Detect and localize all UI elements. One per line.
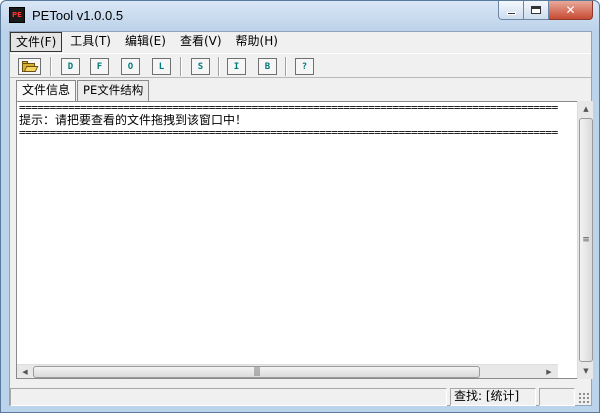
scroll-right-icon[interactable]: ▶	[541, 365, 557, 378]
close-button[interactable]: ✕	[549, 1, 593, 20]
toolbar-button-help[interactable]: ?	[295, 58, 314, 75]
separator-line: ========================================…	[19, 102, 558, 114]
info-text-area[interactable]: ========================================…	[17, 102, 558, 364]
separator-line: ========================================…	[19, 127, 558, 139]
menu-view[interactable]: 查看(V)	[174, 32, 228, 52]
tab-pe-structure[interactable]: PE文件结构	[77, 80, 150, 101]
grip-icon: |||	[253, 367, 260, 377]
title-bar[interactable]: PE PETool v1.0.0.5 ✕	[1, 1, 599, 31]
toolbar-separator	[50, 57, 52, 76]
tab-file-info[interactable]: 文件信息	[16, 80, 77, 102]
menu-tools[interactable]: 工具(T)	[64, 32, 117, 52]
tab-strip: 文件信息 PE文件结构	[16, 80, 150, 102]
status-pane-extra	[539, 388, 575, 406]
close-icon: ✕	[565, 3, 576, 17]
toolbar-button-b[interactable]: B	[258, 58, 277, 75]
pe-app-icon: PE	[9, 7, 25, 23]
toolbar-separator	[285, 57, 287, 76]
toolbar-button-o[interactable]: O	[121, 58, 140, 75]
status-find-label: 查找: [统计]	[454, 389, 520, 403]
folder-open-icon	[22, 61, 39, 72]
status-pane-main	[10, 388, 447, 406]
scroll-down-icon[interactable]: ▼	[578, 363, 594, 379]
toolbar-button-s[interactable]: S	[191, 58, 210, 75]
grip-icon: ≡	[582, 235, 590, 245]
menu-help[interactable]: 帮助(H)	[230, 32, 284, 52]
menu-file[interactable]: 文件(F)	[10, 32, 63, 52]
resize-grip-icon[interactable]	[578, 392, 589, 403]
caption-buttons: ✕	[498, 1, 593, 21]
toolbar-button-i[interactable]: I	[227, 58, 246, 75]
toolbar-separator	[218, 57, 220, 76]
toolbar-button-l[interactable]: L	[152, 58, 171, 75]
client-area: 文件(F) 工具(T) 编辑(E) 查看(V) 帮助(H) D F O L S …	[9, 31, 593, 406]
horizontal-scroll-thumb[interactable]: |||	[33, 366, 480, 378]
maximize-button[interactable]	[524, 1, 549, 20]
minimize-button[interactable]	[498, 1, 524, 20]
scroll-up-icon[interactable]: ▲	[578, 101, 594, 117]
toolbar-separator	[180, 57, 182, 76]
scroll-left-icon[interactable]: ◀	[17, 365, 33, 378]
vertical-scroll-thumb[interactable]: ≡	[579, 118, 593, 362]
horizontal-scrollbar[interactable]: ◀ ||| ▶	[17, 364, 558, 378]
open-file-button[interactable]	[18, 58, 41, 75]
toolbar: D F O L S I B ?	[10, 53, 591, 78]
hint-text: 提示：请把要查看的文件拖拽到该窗口中！	[19, 114, 248, 127]
menu-edit[interactable]: 编辑(E)	[119, 32, 172, 52]
tab-content-panel: ========================================…	[16, 101, 584, 379]
status-bar: 查找: [统计]	[10, 385, 591, 406]
maximize-icon	[531, 6, 541, 14]
menu-bar: 文件(F) 工具(T) 编辑(E) 查看(V) 帮助(H)	[10, 32, 591, 53]
app-window: PE PETool v1.0.0.5 ✕ 文件(F) 工具(T) 编辑(E) 查…	[0, 0, 600, 413]
window-title: PETool v1.0.0.5	[32, 8, 124, 23]
vertical-scrollbar[interactable]: ▲ ≡ ▼	[577, 101, 593, 379]
toolbar-button-d[interactable]: D	[61, 58, 80, 75]
toolbar-button-f[interactable]: F	[90, 58, 109, 75]
minimize-icon	[506, 12, 516, 15]
